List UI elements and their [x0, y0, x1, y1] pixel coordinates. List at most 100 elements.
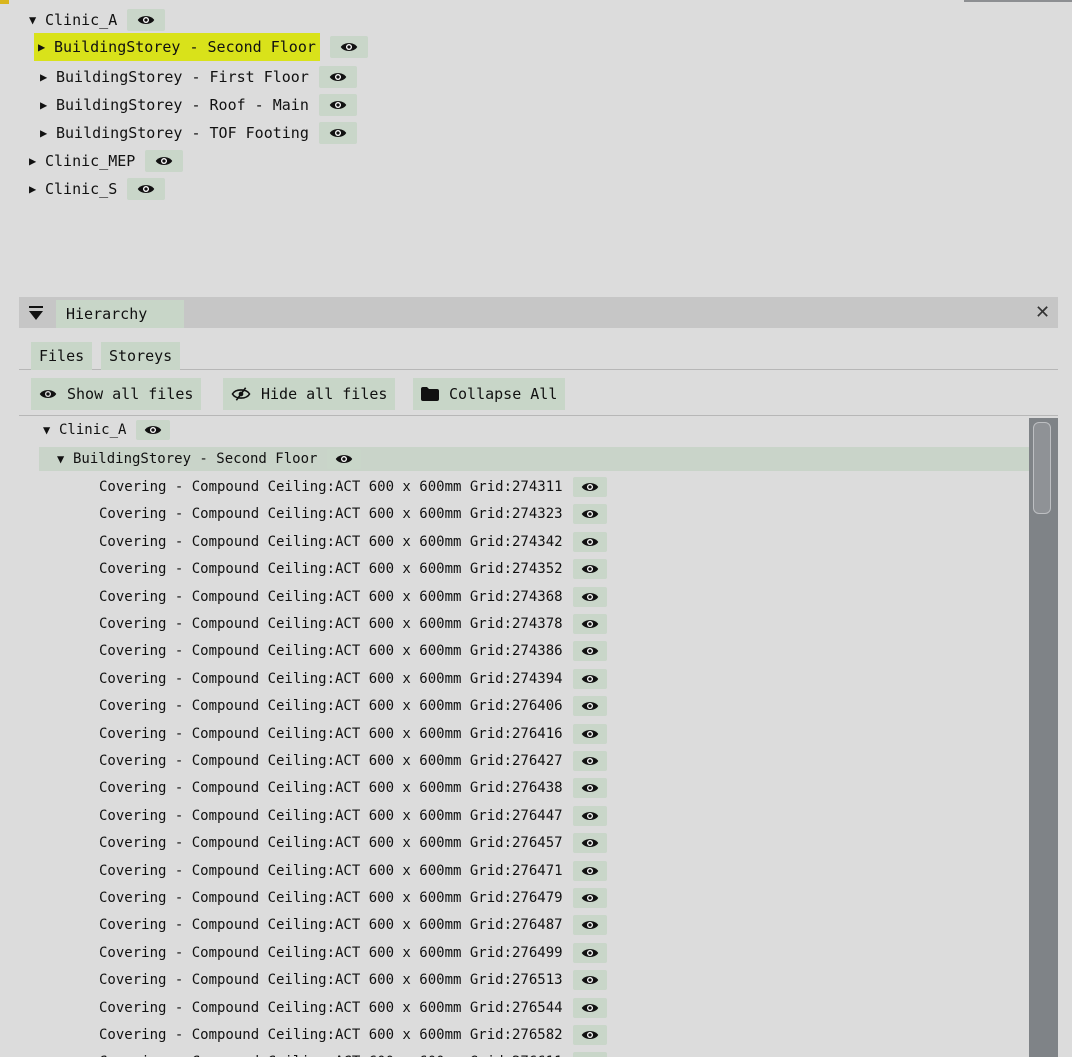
eye-icon[interactable] [318, 66, 357, 88]
tree-item-row[interactable]: Covering - Compound Ceiling:ACT 600 x 60… [99, 639, 607, 663]
folder-icon [421, 387, 439, 401]
eye-icon[interactable] [572, 504, 607, 525]
triangle-right-icon[interactable]: ▶ [40, 70, 56, 84]
tree-item-row[interactable]: Covering - Compound Ceiling:ACT 600 x 60… [99, 1050, 607, 1057]
triangle-right-icon[interactable]: ▶ [38, 40, 54, 54]
tree-node-storey-first[interactable]: ▶ BuildingStorey - First Floor [40, 66, 357, 88]
eye-icon[interactable] [127, 178, 166, 200]
collapse-panel-icon[interactable] [29, 305, 43, 321]
tab-files[interactable]: Files [31, 342, 93, 370]
tab-storeys[interactable]: Storeys [101, 342, 181, 370]
eye-icon[interactable] [572, 586, 607, 607]
tree-item-label: Covering - Compound Ceiling:ACT 600 x 60… [99, 972, 563, 989]
triangle-right-icon[interactable]: ▶ [29, 182, 45, 196]
eye-icon[interactable] [572, 751, 607, 771]
eye-icon [39, 390, 57, 398]
eye-icon[interactable] [572, 668, 607, 689]
tree-item-label: Covering - Compound Ceiling:ACT 600 x 60… [99, 670, 563, 687]
eye-icon[interactable] [572, 833, 607, 854]
tree-item-row[interactable]: Covering - Compound Ceiling:ACT 600 x 60… [99, 996, 607, 1020]
eye-icon[interactable] [572, 888, 607, 908]
top-right-divider [964, 0, 1072, 2]
eye-icon[interactable] [572, 915, 607, 936]
tree-item-label: Covering - Compound Ceiling:ACT 600 x 60… [99, 890, 563, 906]
tree-item-row[interactable]: Covering - Compound Ceiling:ACT 600 x 60… [99, 886, 607, 910]
tree-item-row[interactable]: Covering - Compound Ceiling:ACT 600 x 60… [99, 749, 607, 773]
tree-item-label: Covering - Compound Ceiling:ACT 600 x 60… [99, 1027, 563, 1043]
tree-node-label: Clinic_A [45, 11, 118, 29]
button-label: Show all files [67, 385, 194, 403]
eye-icon[interactable] [572, 723, 607, 744]
panel-title-tab[interactable]: Hierarchy [56, 300, 184, 328]
tree-item-row[interactable]: Covering - Compound Ceiling:ACT 600 x 60… [99, 667, 607, 691]
tree-node-storey-roof[interactable]: ▶ BuildingStorey - Roof - Main [40, 94, 357, 116]
tree-item-row[interactable]: Covering - Compound Ceiling:ACT 600 x 60… [99, 502, 607, 526]
eye-icon[interactable] [127, 9, 166, 31]
triangle-down-icon[interactable]: ▼ [29, 13, 45, 27]
eye-icon[interactable] [572, 942, 607, 963]
eye-icon[interactable] [572, 559, 607, 580]
selected-highlight: ▶ BuildingStorey - Second Floor [34, 33, 320, 61]
tree-item-row[interactable]: Covering - Compound Ceiling:ACT 600 x 60… [99, 776, 607, 800]
tree-node-clinic-s[interactable]: ▶ Clinic_S [29, 178, 166, 200]
tree-item-row[interactable]: Covering - Compound Ceiling:ACT 600 x 60… [99, 612, 607, 636]
tree-node-storey-second[interactable]: ▶ BuildingStorey - Second Floor [34, 33, 368, 61]
tree-item-row[interactable]: Covering - Compound Ceiling:ACT 600 x 60… [99, 694, 607, 718]
eye-icon[interactable] [572, 805, 607, 826]
triangle-down-icon[interactable]: ▼ [43, 423, 59, 437]
tree-item-label: Covering - Compound Ceiling:ACT 600 x 60… [99, 643, 563, 660]
eye-icon[interactable] [318, 94, 357, 116]
close-icon[interactable]: ✕ [1035, 302, 1050, 323]
eye-icon[interactable] [572, 1052, 607, 1057]
triangle-right-icon[interactable]: ▶ [40, 98, 56, 112]
eye-icon[interactable] [572, 614, 607, 634]
tree-node-label: BuildingStorey - TOF Footing [56, 124, 309, 142]
tab-label: Storeys [109, 347, 173, 365]
eye-icon[interactable] [572, 970, 607, 991]
tree-item-row[interactable]: Covering - Compound Ceiling:ACT 600 x 60… [99, 475, 607, 499]
tab-label: Files [39, 347, 85, 365]
triangle-right-icon[interactable]: ▶ [29, 154, 45, 168]
tree-item-row[interactable]: Covering - Compound Ceiling:ACT 600 x 60… [99, 913, 607, 937]
tree-item-row[interactable]: Covering - Compound Ceiling:ACT 600 x 60… [99, 831, 607, 855]
tree-item-row[interactable]: Covering - Compound Ceiling:ACT 600 x 60… [99, 530, 607, 554]
eye-icon[interactable] [572, 641, 607, 662]
tree-node-label: Clinic_S [45, 180, 118, 198]
tree-item-label: Covering - Compound Ceiling:ACT 600 x 60… [99, 780, 563, 797]
tree-node-clinic-mep[interactable]: ▶ Clinic_MEP [29, 150, 184, 172]
triangle-down-icon[interactable]: ▼ [57, 452, 73, 466]
tree-item-label: Covering - Compound Ceiling:ACT 600 x 60… [99, 479, 563, 495]
tree-node-storey[interactable]: ▼ BuildingStorey - Second Floor [57, 447, 362, 471]
eye-icon[interactable] [572, 860, 607, 881]
tree-item-row[interactable]: Covering - Compound Ceiling:ACT 600 x 60… [99, 585, 607, 609]
show-all-files-button[interactable]: Show all files [31, 378, 202, 410]
tree-item-label: Covering - Compound Ceiling:ACT 600 x 60… [99, 561, 563, 578]
tree-item-label: Covering - Compound Ceiling:ACT 600 x 60… [99, 753, 563, 769]
hide-all-files-button[interactable]: Hide all files [223, 378, 396, 410]
tree-item-row[interactable]: Covering - Compound Ceiling:ACT 600 x 60… [99, 557, 607, 581]
eye-icon[interactable] [327, 449, 362, 469]
triangle-right-icon[interactable]: ▶ [40, 126, 56, 140]
collapse-all-button[interactable]: Collapse All [413, 378, 566, 410]
eye-icon[interactable] [572, 531, 607, 552]
tree-node-storey-tof[interactable]: ▶ BuildingStorey - TOF Footing [40, 122, 357, 144]
tree-item-row[interactable]: Covering - Compound Ceiling:ACT 600 x 60… [99, 1023, 607, 1047]
scrollbar-thumb[interactable] [1033, 422, 1051, 514]
eye-icon[interactable] [572, 997, 607, 1018]
eye-icon[interactable] [572, 1025, 607, 1045]
eye-icon[interactable] [572, 778, 607, 799]
tree-item-row[interactable]: Covering - Compound Ceiling:ACT 600 x 60… [99, 968, 607, 992]
eye-icon[interactable] [136, 420, 171, 440]
tree-item-row[interactable]: Covering - Compound Ceiling:ACT 600 x 60… [99, 941, 607, 965]
eye-icon[interactable] [318, 122, 357, 144]
eye-icon[interactable] [145, 150, 184, 172]
tree-node-label: BuildingStorey - First Floor [56, 68, 309, 86]
tree-node-clinic-a[interactable]: ▼ Clinic_A [43, 418, 171, 442]
tree-item-row[interactable]: Covering - Compound Ceiling:ACT 600 x 60… [99, 722, 607, 746]
tree-item-row[interactable]: Covering - Compound Ceiling:ACT 600 x 60… [99, 859, 607, 883]
eye-icon[interactable] [329, 36, 368, 58]
eye-icon[interactable] [572, 477, 607, 497]
tree-item-row[interactable]: Covering - Compound Ceiling:ACT 600 x 60… [99, 804, 607, 828]
tree-node-clinic-a[interactable]: ▼ Clinic_A [29, 9, 166, 31]
eye-icon[interactable] [572, 696, 607, 717]
